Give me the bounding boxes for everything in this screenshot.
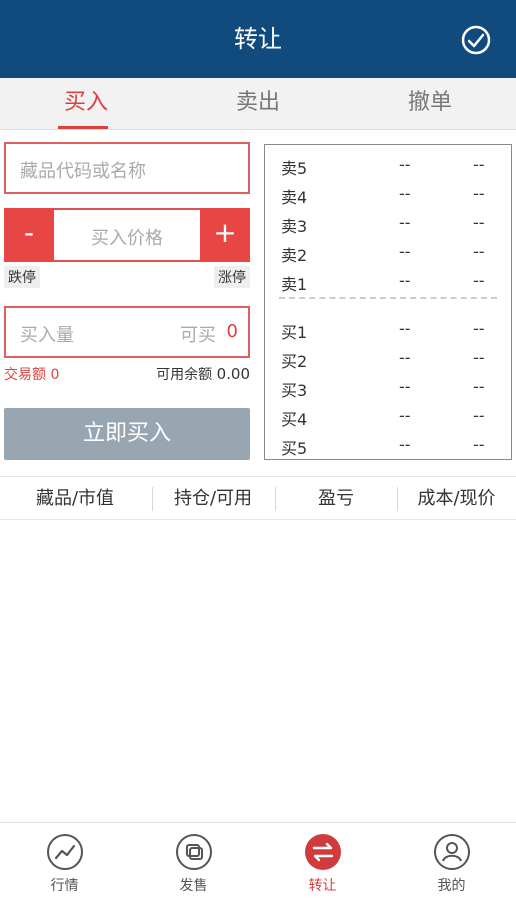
page-title: 转让 xyxy=(234,25,282,53)
nav-item-profile[interactable]: 我的 xyxy=(387,823,516,900)
buy-level-label: 买5 xyxy=(281,439,308,458)
buy-quantity-input[interactable]: 买入量 可买 0 xyxy=(4,306,250,358)
buy-level-label: 买4 xyxy=(281,410,308,429)
sell-level-label: 卖3 xyxy=(281,217,308,236)
sell-level-price: -- xyxy=(399,184,411,203)
buy-level-label: 买2 xyxy=(281,352,308,371)
holdings-table-header: 藏品/市值 持仓/可用 盈亏 成本/现价 xyxy=(0,476,516,520)
sell-level-price: -- xyxy=(399,271,411,290)
sell-level-volume: -- xyxy=(473,155,485,174)
check-circle-icon[interactable] xyxy=(460,24,492,56)
app-header: 转让 xyxy=(0,0,516,78)
active-tab-indicator xyxy=(58,126,108,129)
order-book-row: 买2 -- -- xyxy=(265,344,511,372)
order-book-row: 买4 -- -- xyxy=(265,402,511,430)
turnover-label: 交易额 xyxy=(4,367,46,383)
buy-level-volume: -- xyxy=(473,319,485,338)
available-label: 可买 xyxy=(180,325,216,346)
sell-level-price: -- xyxy=(399,242,411,261)
limit-price-row: 跌停 涨停 xyxy=(4,266,250,288)
price-increase-button[interactable]: + xyxy=(200,208,250,262)
buy-level-volume: -- xyxy=(473,377,485,396)
order-book-row: 买3 -- -- xyxy=(265,373,511,401)
buy-level-price: -- xyxy=(399,406,411,425)
trade-tabs: 买入 卖出 撤单 xyxy=(0,78,516,130)
order-book-row: 卖4 -- -- xyxy=(265,180,511,208)
limit-up-button[interactable]: 涨停 xyxy=(214,266,250,288)
issue-icon xyxy=(176,834,212,870)
column-header-position: 持仓/可用 xyxy=(173,488,253,509)
tab-buy[interactable]: 买入 xyxy=(0,78,172,130)
sell-level-label: 卖1 xyxy=(281,275,308,294)
buy-now-button[interactable]: 立即买入 xyxy=(4,408,250,460)
price-input[interactable]: 买入价格 xyxy=(56,224,198,250)
column-header-profit: 盈亏 xyxy=(318,488,354,509)
available-value: 0 xyxy=(226,321,238,342)
sell-level-label: 卖2 xyxy=(281,246,308,265)
order-book-row: 卖3 -- -- xyxy=(265,209,511,237)
buy-level-price: -- xyxy=(399,348,411,367)
order-book-divider xyxy=(279,297,497,299)
sell-level-price: -- xyxy=(399,213,411,232)
buy-level-volume: -- xyxy=(473,406,485,425)
column-header-item-value: 藏品/市值 xyxy=(35,488,115,509)
market-chart-icon xyxy=(47,834,83,870)
sell-level-volume: -- xyxy=(473,242,485,261)
transfer-icon xyxy=(305,834,341,870)
sell-level-volume: -- xyxy=(473,271,485,290)
order-book-row: 卖1 -- -- xyxy=(265,267,511,295)
order-book-row: 卖2 -- -- xyxy=(265,238,511,266)
nav-label: 发售 xyxy=(179,878,208,894)
balance-label: 可用余额 xyxy=(156,367,213,383)
buy-level-volume: -- xyxy=(473,435,485,454)
trade-info-row: 交易额 0 可用余额 0.00 xyxy=(4,364,250,384)
nav-label: 我的 xyxy=(437,878,466,894)
buy-level-price: -- xyxy=(399,319,411,338)
tab-cancel[interactable]: 撤单 xyxy=(344,78,516,130)
item-code-input[interactable]: 藏品代码或名称 xyxy=(4,142,250,194)
order-book-row: 卖5 -- -- xyxy=(265,151,511,179)
turnover: 交易额 0 xyxy=(4,364,59,384)
turnover-value: 0 xyxy=(50,367,60,383)
buy-level-price: -- xyxy=(399,435,411,454)
quantity-placeholder: 买入量 xyxy=(20,325,74,346)
price-stepper: - 买入价格 + xyxy=(4,208,250,262)
order-book: 卖5 -- -- 卖4 -- -- 卖3 -- -- 卖2 -- -- 卖1 -… xyxy=(264,144,512,460)
sell-level-volume: -- xyxy=(473,184,485,203)
sell-level-label: 卖5 xyxy=(281,159,308,178)
nav-label: 行情 xyxy=(50,878,79,894)
profile-icon xyxy=(434,834,470,870)
nav-label: 转让 xyxy=(308,878,337,894)
price-decrease-button[interactable]: - xyxy=(4,208,54,262)
sell-level-price: -- xyxy=(399,155,411,174)
buy-level-price: -- xyxy=(399,377,411,396)
order-book-row: 买5 -- -- xyxy=(265,431,511,459)
limit-down-button[interactable]: 跌停 xyxy=(4,266,40,288)
nav-item-transfer[interactable]: 转让 xyxy=(258,823,387,900)
sell-level-volume: -- xyxy=(473,213,485,232)
nav-item-issue[interactable]: 发售 xyxy=(129,823,258,900)
buy-level-volume: -- xyxy=(473,348,485,367)
tab-sell[interactable]: 卖出 xyxy=(172,78,344,130)
bottom-navigation: 行情 发售 转让 我的 xyxy=(0,822,516,900)
order-book-row: 买1 -- -- xyxy=(265,315,511,343)
available-balance: 可用余额 0.00 xyxy=(156,364,250,384)
buy-level-label: 买3 xyxy=(281,381,308,400)
nav-item-market[interactable]: 行情 xyxy=(0,823,129,900)
balance-value: 0.00 xyxy=(216,365,250,383)
column-header-cost-price: 成本/现价 xyxy=(417,488,496,509)
sell-level-label: 卖4 xyxy=(281,188,308,207)
buy-level-label: 买1 xyxy=(281,323,308,342)
item-code-placeholder: 藏品代码或名称 xyxy=(20,161,146,182)
